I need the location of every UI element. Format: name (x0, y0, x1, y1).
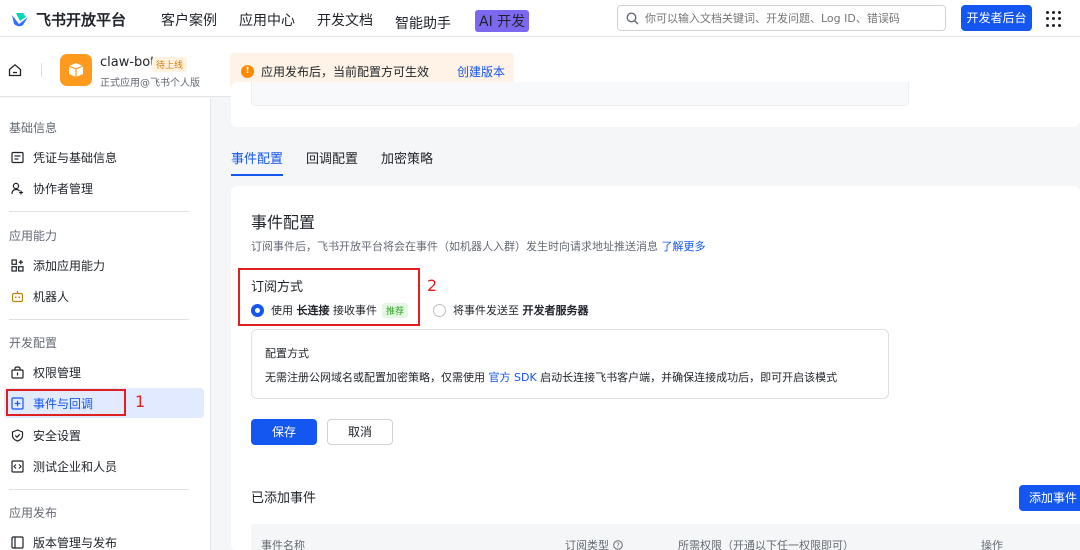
help-icon[interactable]: ? (612, 540, 623, 550)
divider (9, 211, 189, 212)
tab-callback-config[interactable]: 回调配置 (306, 148, 358, 176)
option-prefix: 将事件发送至 (453, 304, 519, 317)
top-nav: 客户案例 应用中心 开发文档 智能助手 AI 开发 (161, 10, 573, 33)
option-dev-server-label: 将事件发送至 开发者服务器 (453, 302, 589, 318)
nav-ai-assistant[interactable]: 智能助手 AI 开发 (395, 10, 551, 33)
status-badge: 待上线 (152, 57, 188, 72)
sidebar-item-versions[interactable]: 版本管理与发布 (4, 527, 204, 550)
sidebar-item-label: 凭证与基础信息 (33, 150, 118, 165)
shield-icon (10, 428, 24, 442)
previous-section-panel (251, 82, 909, 106)
section-title: 事件配置 (251, 213, 316, 232)
description-text: 订阅事件后，飞书开放平台将会在事件（如机器人入群）发生时向请求地址推送消息 (251, 240, 658, 253)
search-input[interactable] (645, 11, 935, 25)
lock-box-icon (10, 365, 24, 379)
notice-text: 应用发布后，当前配置方可生效 (261, 64, 430, 79)
user-add-icon (10, 181, 24, 195)
config-desc-a: 无需注册公网域名或配置加密策略，仅需使用 (265, 371, 485, 384)
grid-add-icon (10, 258, 24, 272)
sidebar-item-label: 测试企业和人员 (33, 459, 118, 474)
robot-icon (10, 289, 24, 303)
svg-text:?: ? (616, 542, 620, 550)
feishu-logo-icon (10, 10, 30, 30)
group-title-dev-config: 开发配置 (9, 336, 58, 350)
column-header-event-name: 事件名称 (261, 539, 305, 550)
ai-dev-badge: AI 开发 (475, 10, 530, 32)
annotation-box-2 (238, 268, 420, 326)
version-icon (10, 535, 24, 549)
section-description: 订阅事件后，飞书开放平台将会在事件（如机器人入群）发生时向请求地址推送消息 了解… (251, 238, 706, 254)
save-button[interactable]: 保存 (251, 419, 317, 445)
nav-dev-docs[interactable]: 开发文档 (317, 10, 373, 33)
tab-encryption[interactable]: 加密策略 (381, 148, 433, 176)
brand-name: 飞书开放平台 (36, 11, 127, 29)
create-version-link[interactable]: 创建版本 (457, 63, 505, 80)
annotation-marker-1: 1 (135, 392, 146, 411)
app-name: claw-bot (100, 55, 156, 70)
top-navigation-bar: 飞书开放平台 客户案例 应用中心 开发文档 智能助手 AI 开发 开发者后台 (0, 0, 1080, 37)
home-icon[interactable] (8, 63, 22, 77)
tab-event-config[interactable]: 事件配置 (231, 148, 284, 176)
column-header-label: 订阅类型 (565, 539, 609, 550)
sidebar-item-label: 添加应用能力 (33, 258, 106, 273)
column-header-subscribe-type: 订阅类型 ? (565, 537, 623, 550)
developer-console-button[interactable]: 开发者后台 (961, 5, 1032, 31)
sidebar-item-label: 机器人 (33, 289, 70, 304)
sidebar-item-add-capability[interactable]: 添加应用能力 (4, 250, 204, 280)
brand-logo[interactable]: 飞书开放平台 (10, 9, 126, 30)
config-method-box (251, 329, 889, 399)
sidebar-item-security[interactable]: 安全设置 (4, 420, 204, 450)
group-title-app-capability: 应用能力 (9, 229, 58, 243)
nav-app-center[interactable]: 应用中心 (239, 10, 295, 33)
option-bold: 开发者服务器 (522, 304, 589, 317)
group-title-app-release: 应用发布 (9, 506, 58, 520)
sidebar-item-collaborators[interactable]: 协作者管理 (4, 173, 204, 203)
option-dev-server[interactable]: 将事件发送至 开发者服务器 (433, 302, 589, 318)
sidebar-item-label: 版本管理与发布 (33, 535, 118, 550)
added-events-title: 已添加事件 (251, 491, 317, 506)
divider (41, 63, 42, 77)
box-icon (68, 63, 84, 77)
search-icon (626, 11, 639, 24)
radio-dev-server[interactable] (433, 303, 446, 317)
code-box-icon (10, 459, 24, 473)
group-title-basic-info: 基础信息 (9, 121, 58, 135)
annotation-marker-2: 2 (427, 276, 438, 295)
config-method-description: 无需注册公网域名或配置加密策略，仅需使用 官方 SDK 启动长连接飞书客户端，并… (265, 369, 837, 385)
nav-ai-assistant-label: 智能助手 (395, 16, 451, 32)
config-method-title: 配置方式 (265, 347, 309, 360)
sidebar-item-label: 安全设置 (33, 428, 82, 443)
annotation-box-1 (6, 389, 126, 416)
events-table-header (251, 524, 1080, 550)
add-event-button[interactable]: 添加事件 (1019, 485, 1080, 511)
warning-icon: ! (241, 64, 254, 78)
app-avatar (60, 54, 92, 86)
cancel-button[interactable]: 取消 (327, 419, 393, 445)
learn-more-link[interactable]: 了解更多 (662, 240, 706, 253)
apps-grid-icon[interactable] (1046, 11, 1062, 27)
sidebar-item-label: 协作者管理 (33, 181, 94, 196)
official-sdk-link[interactable]: 官方 SDK (489, 371, 537, 384)
divider (9, 319, 189, 320)
config-desc-b: 启动长连接飞书客户端，并确保连接成功后，即可开启该模式 (540, 371, 838, 384)
divider (9, 489, 189, 490)
sidebar-item-test-enterprise[interactable]: 测试企业和人员 (4, 451, 204, 481)
tab-bar: 事件配置 回调配置 加密策略 (231, 148, 456, 178)
sidebar-item-robot[interactable]: 机器人 (4, 281, 204, 311)
sidebar-item-label: 权限管理 (33, 365, 82, 380)
nav-customer-cases[interactable]: 客户案例 (161, 10, 217, 33)
column-header-actions: 操作 (981, 539, 1003, 550)
sidebar-item-credentials[interactable]: 凭证与基础信息 (4, 142, 204, 172)
id-card-icon (10, 150, 24, 164)
search-box[interactable] (617, 5, 946, 31)
sidebar-item-permissions[interactable]: 权限管理 (4, 357, 204, 387)
column-header-permissions: 所需权限（开通以下任一权限即可） (678, 539, 854, 550)
app-subtitle: 正式应用@飞书个人版 (100, 78, 200, 89)
